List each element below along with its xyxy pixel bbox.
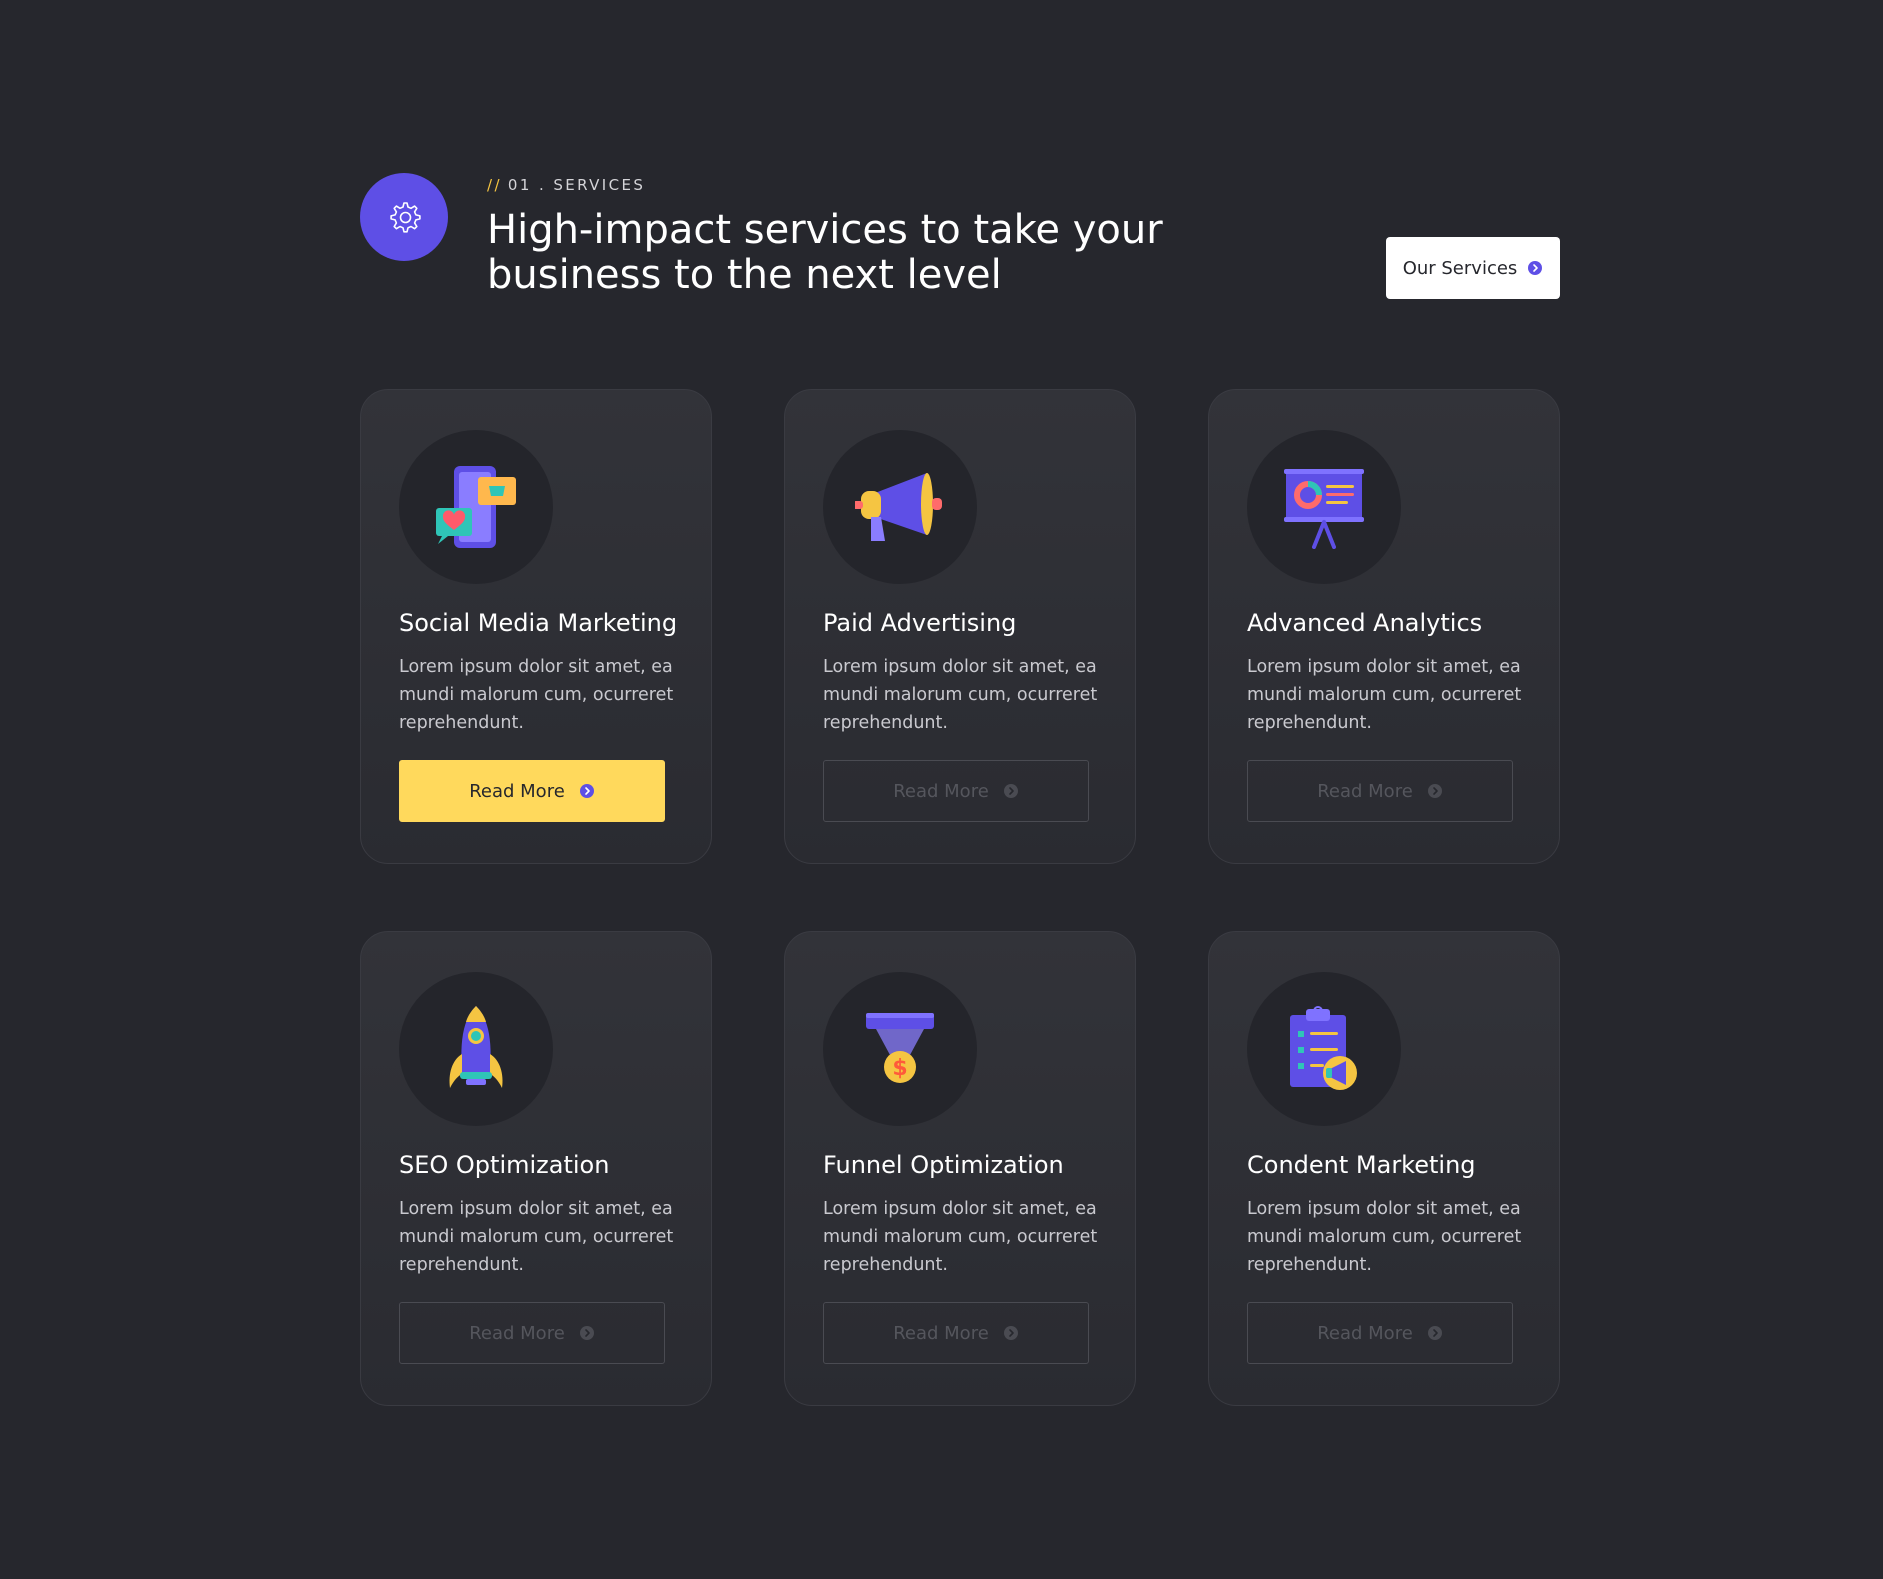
card-title: Advanced Analytics: [1247, 609, 1483, 637]
eyebrow-label: 01 . SERVICES: [507, 176, 646, 194]
read-more-button[interactable]: Read More: [823, 760, 1089, 822]
section-headline: High-impact services to take your busine…: [487, 207, 1163, 298]
icon-circle: [823, 430, 977, 584]
presentation-board-icon: [1284, 469, 1364, 549]
service-card-advanced-analytics: Advanced Analytics Lorem ipsum dolor sit…: [1208, 389, 1560, 864]
arrow-right-circle-icon: [1528, 261, 1543, 275]
arrow-right-circle-icon: [579, 1326, 594, 1340]
read-more-label: Read More: [469, 1322, 565, 1344]
read-more-label: Read More: [893, 780, 989, 802]
clipboard-megaphone-icon: [1290, 1006, 1357, 1090]
arrow-right-circle-icon: [1427, 784, 1442, 798]
read-more-button[interactable]: Read More: [823, 1302, 1089, 1364]
service-card-content-marketing: Condent Marketing Lorem ipsum dolor sit …: [1208, 931, 1560, 1406]
card-title: Paid Advertising: [823, 609, 1017, 637]
icon-circle: $: [823, 972, 977, 1126]
service-card-funnel-optimization: $ Funnel Optimization Lorem ipsum dolor …: [784, 931, 1136, 1406]
arrow-right-circle-icon: [1427, 1326, 1442, 1340]
service-card-seo-optimization: SEO Optimization Lorem ipsum dolor sit a…: [360, 931, 712, 1406]
icon-circle: [1247, 972, 1401, 1126]
arrow-right-circle-icon: [1003, 1326, 1018, 1340]
read-more-label: Read More: [469, 780, 565, 802]
card-description: Lorem ipsum dolor sit amet, ea mundi mal…: [1247, 657, 1522, 733]
read-more-button[interactable]: Read More: [1247, 1302, 1513, 1364]
icon-circle: [1247, 430, 1401, 584]
eyebrow-slashes: //: [487, 176, 502, 194]
icon-circle: [399, 430, 553, 584]
read-more-button[interactable]: Read More: [399, 760, 665, 822]
read-more-label: Read More: [893, 1322, 989, 1344]
card-description: Lorem ipsum dolor sit amet, ea mundi mal…: [823, 1199, 1098, 1275]
read-more-button[interactable]: Read More: [399, 1302, 665, 1364]
our-services-button[interactable]: Our Services: [1386, 237, 1560, 299]
card-description: Lorem ipsum dolor sit amet, ea mundi mal…: [1247, 1199, 1522, 1275]
arrow-right-circle-icon: [579, 784, 594, 798]
card-description: Lorem ipsum dolor sit amet, ea mundi mal…: [399, 1199, 674, 1275]
arrow-right-circle-icon: [1003, 784, 1018, 798]
gear-icon: [360, 173, 448, 261]
card-title: Social Media Marketing: [399, 609, 678, 637]
read-more-button[interactable]: Read More: [1247, 760, 1513, 822]
service-card-social-media: Social Media Marketing Lorem ipsum dolor…: [360, 389, 712, 864]
read-more-label: Read More: [1317, 1322, 1413, 1344]
services-section: // 01 . SERVICES High-impact services to …: [0, 0, 1883, 1579]
read-more-label: Read More: [1317, 780, 1413, 802]
svg-text:$: $: [892, 1056, 907, 1081]
section-eyebrow: // 01 . SERVICES: [487, 176, 645, 194]
phone-social-icon: [436, 466, 516, 548]
card-title: SEO Optimization: [399, 1151, 610, 1179]
card-title: Condent Marketing: [1247, 1151, 1476, 1179]
card-description: Lorem ipsum dolor sit amet, ea mundi mal…: [823, 657, 1098, 733]
our-services-label: Our Services: [1402, 257, 1518, 279]
card-title: Funnel Optimization: [823, 1151, 1064, 1179]
funnel-dollar-icon: $: [866, 1013, 934, 1083]
service-card-paid-advertising: Paid Advertising Lorem ipsum dolor sit a…: [784, 389, 1136, 864]
card-description: Lorem ipsum dolor sit amet, ea mundi mal…: [399, 657, 674, 733]
icon-circle: [399, 972, 553, 1126]
megaphone-icon: [855, 473, 942, 541]
rocket-icon: [449, 1006, 503, 1088]
